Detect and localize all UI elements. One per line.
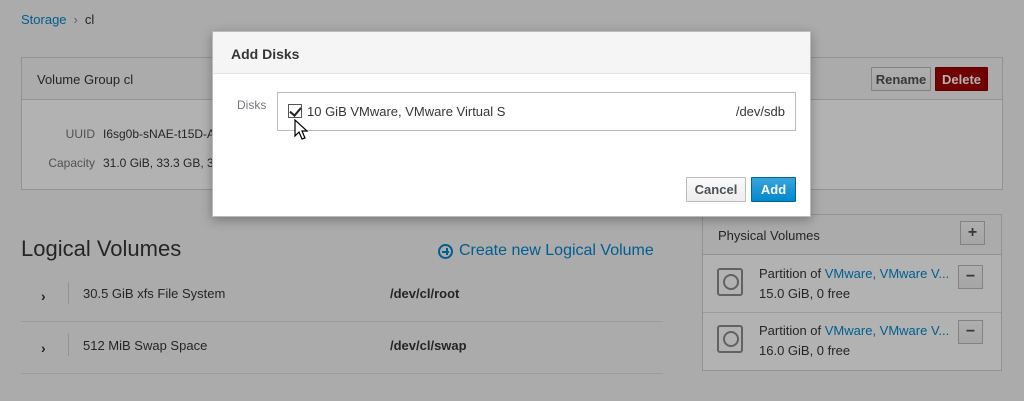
add-button[interactable]: Add xyxy=(751,177,796,202)
cancel-button[interactable]: Cancel xyxy=(686,177,746,202)
disk-device: /dev/sdb xyxy=(735,104,785,119)
mouse-pointer-icon xyxy=(294,119,309,140)
disk-checkbox[interactable] xyxy=(288,104,302,118)
disks-label: Disks xyxy=(237,98,267,112)
dialog-title: Add Disks xyxy=(231,46,300,62)
disk-list: 10 GiB VMware, VMware Virtual S /dev/sdb xyxy=(277,92,796,131)
dialog-header: Add Disks xyxy=(213,32,810,74)
disk-name[interactable]: 10 GiB VMware, VMware Virtual S xyxy=(307,104,505,119)
